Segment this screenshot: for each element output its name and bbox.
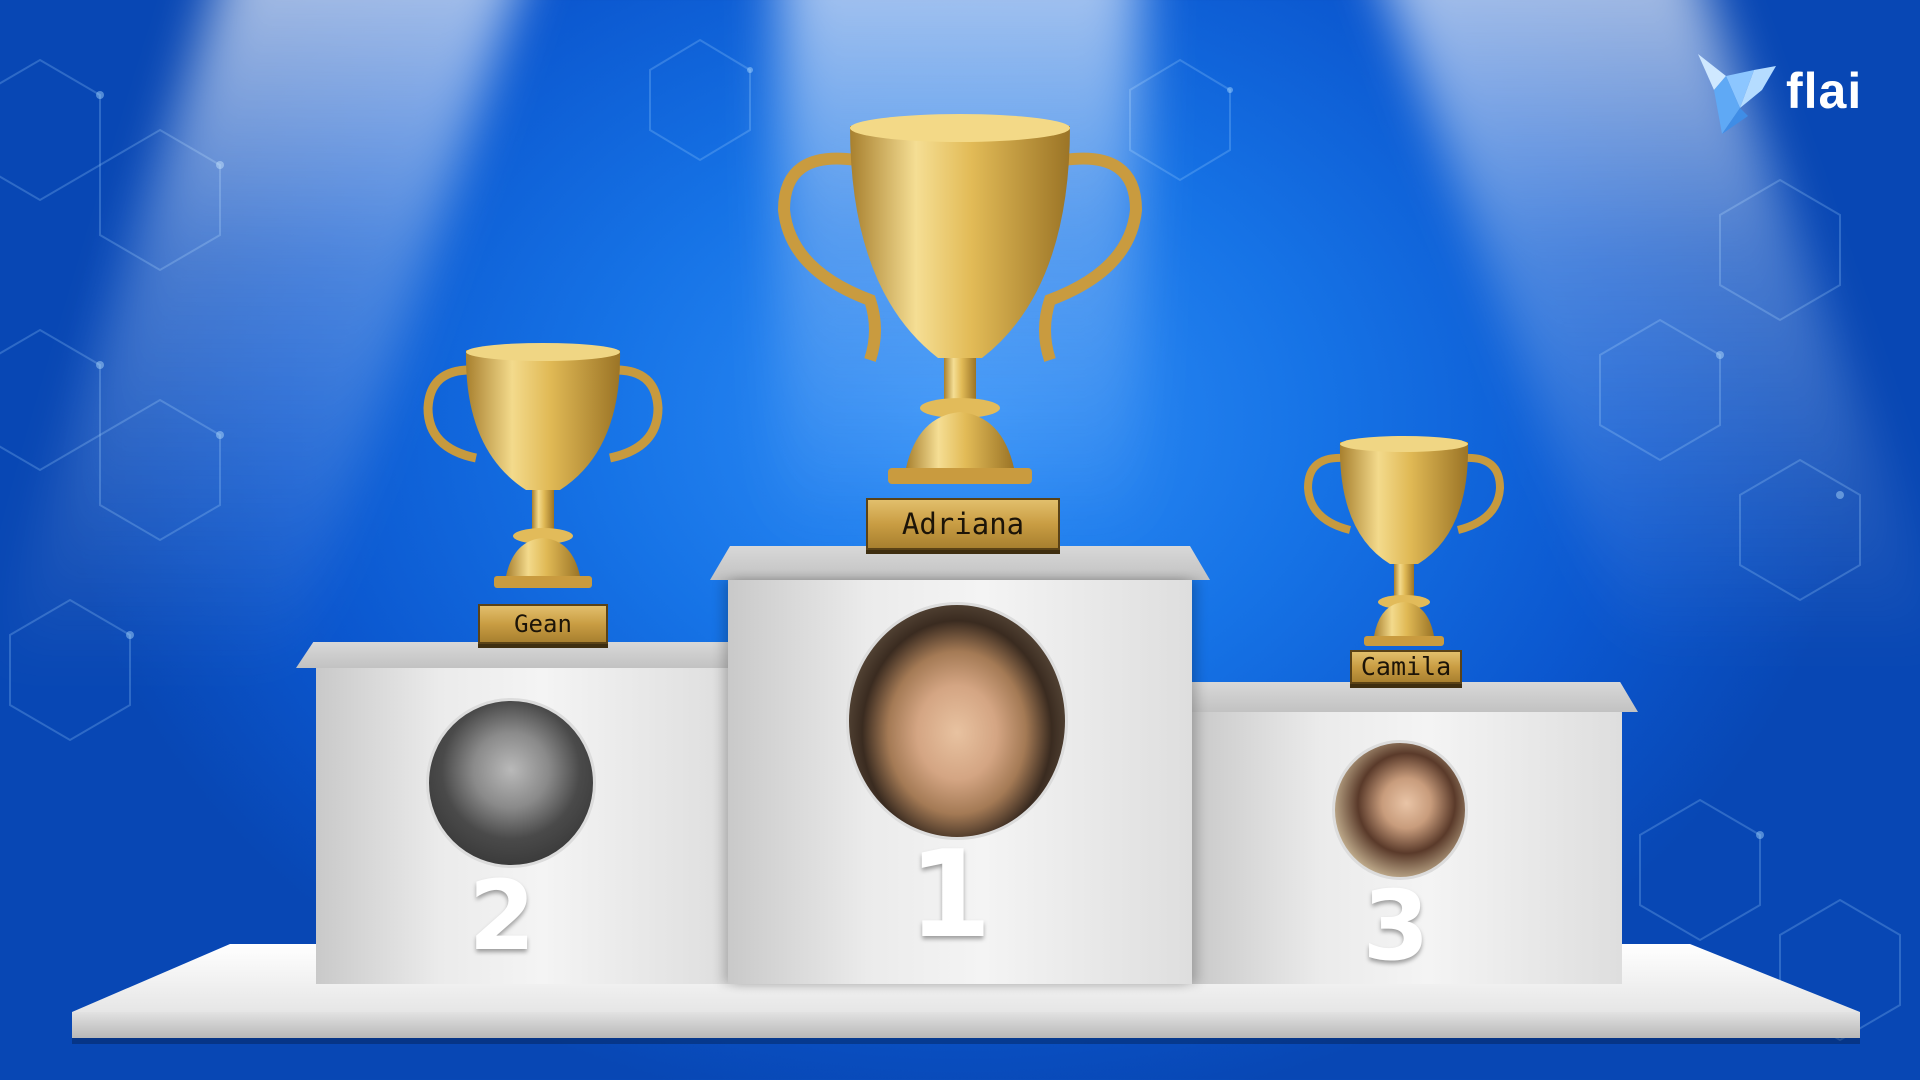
name-plaque-second: Gean: [478, 604, 608, 644]
podium-1-top: [710, 546, 1210, 580]
rank-number-2: 2: [468, 860, 536, 972]
rank-number-1: 1: [908, 826, 992, 965]
name-plaque-third: Camila: [1350, 650, 1462, 684]
podium-2-top: [296, 642, 728, 668]
podium-3-top: [1192, 682, 1638, 712]
avatar-adriana: [846, 602, 1068, 840]
avatar-camila: [1332, 740, 1468, 880]
rank-number-3: 3: [1362, 870, 1430, 982]
trophy-icon-second: [423, 343, 663, 588]
avatar-gean: [426, 698, 596, 868]
trophy-icon-third: [1303, 436, 1505, 646]
name-plaque-first: Adriana: [866, 498, 1060, 550]
trophy-icon-first: [777, 114, 1143, 484]
